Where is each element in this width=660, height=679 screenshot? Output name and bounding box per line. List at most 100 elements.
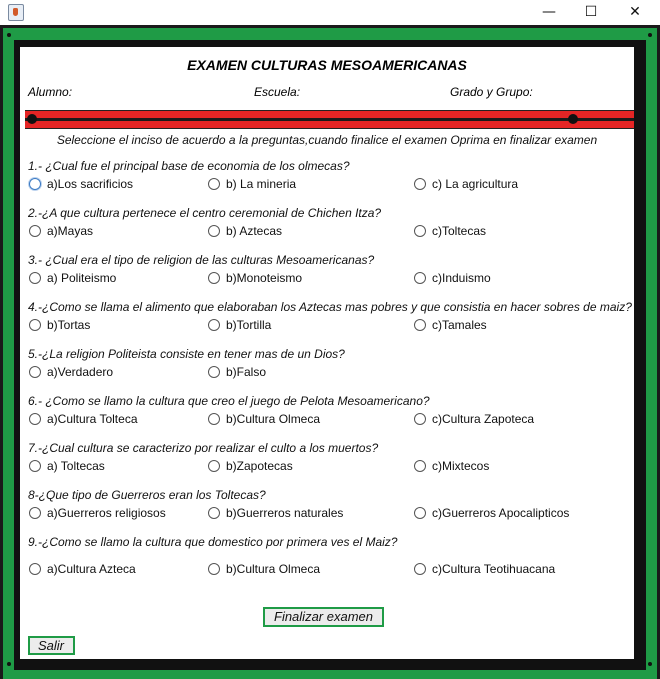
radio-icon[interactable] (29, 225, 41, 237)
option-6b[interactable]: b)Cultura Olmeca (208, 412, 320, 426)
question-7: 7.-¿Cual cultura se caracterizo por real… (28, 441, 379, 455)
minimize-button[interactable]: — (526, 0, 572, 25)
option-8a[interactable]: a)Guerreros religiosos (29, 506, 166, 520)
option-label: b)Falso (226, 365, 267, 379)
java-app-icon (8, 4, 24, 21)
option-label: a) Politeismo (47, 271, 117, 285)
radio-icon[interactable] (29, 178, 41, 190)
exam-title: EXAMEN CULTURAS MESOAMERICANAS (187, 57, 467, 73)
option-label: c)Tamales (432, 318, 487, 332)
radio-icon[interactable] (29, 413, 41, 425)
radio-icon[interactable] (414, 507, 426, 519)
option-3b[interactable]: b)Monoteismo (208, 271, 302, 285)
radio-icon[interactable] (29, 366, 41, 378)
option-label: b)Cultura Olmeca (226, 412, 321, 426)
option-label: a)Verdadero (47, 365, 114, 379)
radio-icon[interactable] (29, 507, 41, 519)
option-1b[interactable]: b) La mineria (208, 177, 296, 191)
option-label: b)Tortas (47, 318, 91, 332)
instructions-text: Seleccione el inciso de acuerdo a la pre… (56, 133, 598, 147)
radio-icon[interactable] (414, 460, 426, 472)
option-6a[interactable]: a)Cultura Tolteca (29, 412, 138, 426)
option-9b[interactable]: b)Cultura Olmeca (208, 562, 320, 576)
option-label: c) La agricultura (432, 177, 519, 191)
option-4a[interactable]: b)Tortas (29, 318, 90, 332)
radio-icon[interactable] (208, 178, 220, 190)
option-9c[interactable]: c)Cultura Teotihuacana (414, 562, 555, 576)
option-label: a)Cultura Azteca (47, 562, 136, 576)
student-label: Alumno: (28, 85, 73, 99)
option-label: a)Los sacrificios (47, 177, 134, 191)
option-5b[interactable]: b)Falso (208, 365, 266, 379)
grade-label: Grado y Grupo: (450, 85, 533, 99)
option-7c[interactable]: c)Mixtecos (414, 459, 489, 473)
option-8c[interactable]: c)Guerreros Apocalipticos (414, 506, 569, 520)
option-7b[interactable]: b)Zapotecas (208, 459, 293, 473)
exit-label: Salir (38, 638, 65, 653)
option-label: b)Zapotecas (226, 459, 293, 473)
band-dot (27, 114, 37, 124)
option-label: a)Mayas (47, 224, 94, 238)
window-titlebar: — ☐ ✕ (0, 0, 660, 25)
option-label: b)Monoteismo (226, 271, 303, 285)
radio-icon[interactable] (208, 460, 220, 472)
option-label: b)Tortilla (226, 318, 272, 332)
option-2c[interactable]: c)Toltecas (414, 224, 486, 238)
option-3c[interactable]: c)Induismo (414, 271, 491, 285)
option-2b[interactable]: b) Aztecas (208, 224, 282, 238)
school-label: Escuela: (254, 85, 301, 99)
finish-exam-button[interactable]: Finalizar examen (263, 607, 384, 627)
radio-icon[interactable] (208, 507, 220, 519)
option-6c[interactable]: c)Cultura Zapoteca (414, 412, 534, 426)
question-9: 9.-¿Como se llamo la cultura que domesti… (28, 535, 398, 549)
radio-icon[interactable] (414, 413, 426, 425)
frame-rivet (7, 662, 11, 666)
frame-rivet (7, 33, 11, 37)
radio-icon[interactable] (414, 319, 426, 331)
radio-icon[interactable] (414, 563, 426, 575)
option-label: b)Cultura Olmeca (226, 562, 321, 576)
option-label: b)Guerreros naturales (226, 506, 344, 520)
radio-icon[interactable] (414, 178, 426, 190)
question-8: 8-¿Que tipo de Guerreros eran los Toltec… (28, 488, 266, 502)
radio-icon[interactable] (414, 272, 426, 284)
question-1: 1.- ¿Cual fue el principal base de econo… (28, 159, 350, 173)
close-button[interactable]: ✕ (612, 0, 658, 25)
option-label: c)Guerreros Apocalipticos (432, 506, 570, 520)
question-4: 4.-¿Como se llama el alimento que elabor… (28, 300, 632, 314)
radio-icon[interactable] (29, 319, 41, 331)
radio-icon[interactable] (29, 460, 41, 472)
option-label: c)Induismo (432, 271, 491, 285)
radio-icon[interactable] (208, 272, 220, 284)
question-2: 2.-¿A que cultura pertenece el centro ce… (28, 206, 382, 220)
option-label: a)Cultura Tolteca (47, 412, 138, 426)
option-2a[interactable]: a)Mayas (29, 224, 93, 238)
option-1a[interactable]: a)Los sacrificios (29, 177, 133, 191)
option-3a[interactable]: a) Politeismo (29, 271, 116, 285)
radio-icon[interactable] (29, 563, 41, 575)
option-label: c)Cultura Teotihuacana (432, 562, 556, 576)
radio-icon[interactable] (208, 319, 220, 331)
maximize-button[interactable]: ☐ (568, 0, 614, 25)
option-7a[interactable]: a) Toltecas (29, 459, 105, 473)
option-label: c)Mixtecos (432, 459, 490, 473)
option-8b[interactable]: b)Guerreros naturales (208, 506, 343, 520)
option-label: c)Cultura Zapoteca (432, 412, 535, 426)
band-line (25, 118, 634, 121)
radio-icon[interactable] (29, 272, 41, 284)
radio-icon[interactable] (414, 225, 426, 237)
option-4c[interactable]: c)Tamales (414, 318, 487, 332)
option-9a[interactable]: a)Cultura Azteca (29, 562, 136, 576)
option-label: a) Toltecas (47, 459, 105, 473)
radio-icon[interactable] (208, 225, 220, 237)
frame-rivet (648, 33, 652, 37)
radio-icon[interactable] (208, 366, 220, 378)
option-4b[interactable]: b)Tortilla (208, 318, 271, 332)
exit-button[interactable]: Salir (28, 636, 75, 655)
option-5a[interactable]: a)Verdadero (29, 365, 113, 379)
radio-icon[interactable] (208, 563, 220, 575)
radio-icon[interactable] (208, 413, 220, 425)
finish-exam-label: Finalizar examen (274, 609, 373, 624)
option-1c[interactable]: c) La agricultura (414, 177, 518, 191)
question-3: 3.- ¿Cual era el tipo de religion de las… (28, 253, 375, 267)
